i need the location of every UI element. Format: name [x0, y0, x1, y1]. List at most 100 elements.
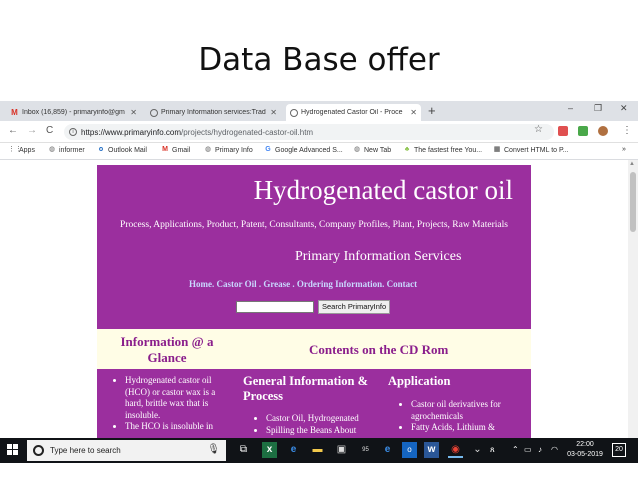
list-item[interactable]: Spilling the Beans About: [266, 424, 359, 436]
close-icon[interactable]: ✕: [130, 108, 137, 117]
menu-dots-icon[interactable]: ⋮: [622, 125, 632, 136]
outlook-icon[interactable]: o: [402, 442, 417, 458]
edge-icon[interactable]: e: [286, 442, 301, 458]
list-item[interactable]: Fatty Acids, Lithium &: [411, 422, 525, 434]
close-icon[interactable]: ✕: [270, 108, 277, 117]
store-icon[interactable]: ▣: [334, 442, 349, 458]
word-icon[interactable]: w: [424, 442, 439, 458]
bookmark-gmail[interactable]: M Gmail: [161, 146, 190, 154]
new-tab-button[interactable]: +: [428, 103, 436, 118]
application-heading: Application: [388, 374, 451, 388]
taskbar: Type here to search 🎙︎ ⧉ x e ▬ ▣ 95 e o …: [0, 438, 638, 463]
bookmark-new-tab[interactable]: ◍ New Tab: [353, 146, 391, 154]
tab-hydrogenated[interactable]: Hydrogenated Castor Oil - Proce ✕: [286, 104, 421, 121]
bookmark-leaf-icon: ♣: [404, 146, 410, 153]
list-item[interactable]: Castor Oil, Hydrogenated: [266, 412, 359, 424]
bookmark-label: Apps: [19, 146, 35, 154]
address-bar-row: ← → C i https://www.primaryinfo.com/proj…: [0, 121, 638, 143]
app-icon[interactable]: ⌄: [470, 442, 485, 458]
search-input[interactable]: [236, 301, 314, 313]
extension-icon[interactable]: [578, 126, 588, 136]
globe-icon: ◍: [204, 146, 212, 153]
excel-icon[interactable]: x: [262, 442, 277, 458]
glance-list: Hydrogenated castor oil (HCO) or castor …: [113, 375, 233, 433]
bookmark-google-advanced[interactable]: G Google Advanced S...: [264, 146, 342, 154]
info-at-a-glance-heading: Information @ a Glance: [120, 334, 214, 365]
forward-button[interactable]: →: [27, 125, 37, 136]
company-name: Primary Information Services: [295, 249, 462, 264]
bookmark-label: New Tab: [364, 146, 392, 154]
info-icon[interactable]: i: [69, 128, 77, 136]
battery-icon[interactable]: ▭: [524, 445, 532, 454]
slide-title: Data Base offer: [198, 42, 440, 78]
bookmark-label: Outlook Mail: [108, 146, 147, 154]
chrome-icon[interactable]: ◉: [448, 442, 463, 458]
apps-grid-icon: ⋮⋮: [8, 146, 22, 153]
page-viewport: Hydrogenated castor oil Process, Applica…: [0, 160, 638, 438]
tab-inbox[interactable]: M Inbox (16,859) - primaryinfo@gm ✕: [6, 104, 141, 121]
bookmark-apps[interactable]: ⋮⋮ Apps: [8, 146, 35, 154]
taskbar-clock[interactable]: 22:00 03-05-2019: [565, 440, 605, 460]
cortana-icon: [33, 445, 44, 456]
task-view-icon[interactable]: ⧉: [236, 442, 251, 458]
bookmark-label: Convert HTML to P...: [504, 146, 569, 154]
nav-grease-link[interactable]: Grease: [263, 279, 290, 289]
bookmark-convert-html[interactable]: ▦ Convert HTML to P...: [493, 146, 569, 154]
profile-avatar-icon[interactable]: [598, 126, 608, 136]
tab-bar: M Inbox (16,859) - primaryinfo@gm ✕ Prim…: [0, 101, 638, 121]
google-icon: G: [265, 146, 271, 153]
url-path: /projects/hydrogenated-castor-oil.htm: [181, 127, 314, 137]
tab-primary-info[interactable]: Primary Information services:Trad ✕: [146, 104, 281, 121]
taskbar-search-box[interactable]: Type here to search 🎙︎: [27, 440, 226, 461]
back-button[interactable]: ←: [8, 125, 18, 136]
scroll-up-icon[interactable]: ▲: [629, 161, 635, 167]
outlook-icon: o: [98, 146, 104, 153]
gmail-icon: M: [11, 108, 18, 117]
bookmark-fastest-free[interactable]: ♣ The fastest free You...: [403, 146, 482, 154]
gmail-icon: M: [162, 146, 168, 153]
tab-label: Inbox (16,859) - primaryinfo@gm: [22, 109, 125, 116]
page-title: Hydrogenated castor oil: [253, 175, 513, 205]
page-subtitle: Process, Applications, Product, Patent, …: [120, 220, 508, 230]
tab-label: Hydrogenated Castor Oil - Proce: [301, 109, 403, 116]
vertical-scrollbar[interactable]: ▲: [628, 160, 638, 438]
bookmark-primary-info[interactable]: ◍ Primary Info: [204, 146, 253, 154]
microphone-icon[interactable]: 🎙︎: [207, 444, 220, 455]
extension-icon[interactable]: [558, 126, 568, 136]
notification-center-icon[interactable]: 20: [612, 443, 626, 457]
badge-app-icon[interactable]: 95: [358, 442, 373, 458]
nav-ordering-link[interactable]: Ordering Information: [297, 279, 382, 289]
web-page: Hydrogenated castor oil Process, Applica…: [97, 165, 531, 438]
url-host: https://www.primaryinfo.com: [81, 127, 182, 137]
general-info-heading: General Information & Process: [243, 374, 368, 403]
bookmarks-overflow-button[interactable]: »: [622, 146, 626, 153]
bookmark-informer[interactable]: ◍ informer: [48, 146, 85, 154]
bookmark-star-icon[interactable]: ☆: [534, 124, 543, 135]
bookmark-label: The fastest free You...: [414, 146, 483, 154]
taskbar-search-placeholder: Type here to search: [50, 446, 121, 455]
nav-contact-link[interactable]: Contact: [387, 279, 418, 289]
search-button[interactable]: Search PrimaryInfo: [318, 300, 391, 314]
maximize-button[interactable]: ❐: [594, 103, 602, 114]
url-input[interactable]: i https://www.primaryinfo.com/projects/h…: [64, 124, 554, 140]
close-window-button[interactable]: ✕: [620, 103, 628, 114]
list-item[interactable]: Castor oil derivatives for agrochemicals: [411, 399, 525, 422]
ie-icon[interactable]: e: [380, 442, 395, 458]
nav-castor-oil-link[interactable]: Castor Oil: [217, 279, 257, 289]
bookmarks-bar: ⋮⋮ Apps ◍ informer o Outlook Mail M Gmai…: [0, 143, 638, 160]
scrollbar-thumb[interactable]: [630, 172, 636, 232]
content-band: Hydrogenated castor oil (HCO) or castor …: [97, 369, 531, 438]
tray-overflow-icon[interactable]: ⌃: [512, 445, 519, 454]
network-icon[interactable]: ◠: [551, 445, 558, 454]
bookmark-outlook[interactable]: o Outlook Mail: [97, 146, 147, 154]
clock-date: 03-05-2019: [567, 451, 603, 458]
reload-button[interactable]: C: [46, 125, 53, 136]
close-icon[interactable]: ✕: [410, 108, 417, 117]
minimize-button[interactable]: –: [568, 103, 573, 113]
clock-time: 22:00: [576, 441, 594, 448]
windows-start-icon[interactable]: [7, 444, 19, 456]
people-icon[interactable]: ጸ: [490, 445, 495, 455]
file-explorer-icon[interactable]: ▬: [310, 442, 325, 458]
volume-icon[interactable]: ♪: [538, 445, 542, 454]
nav-home-link[interactable]: Home: [189, 279, 212, 289]
